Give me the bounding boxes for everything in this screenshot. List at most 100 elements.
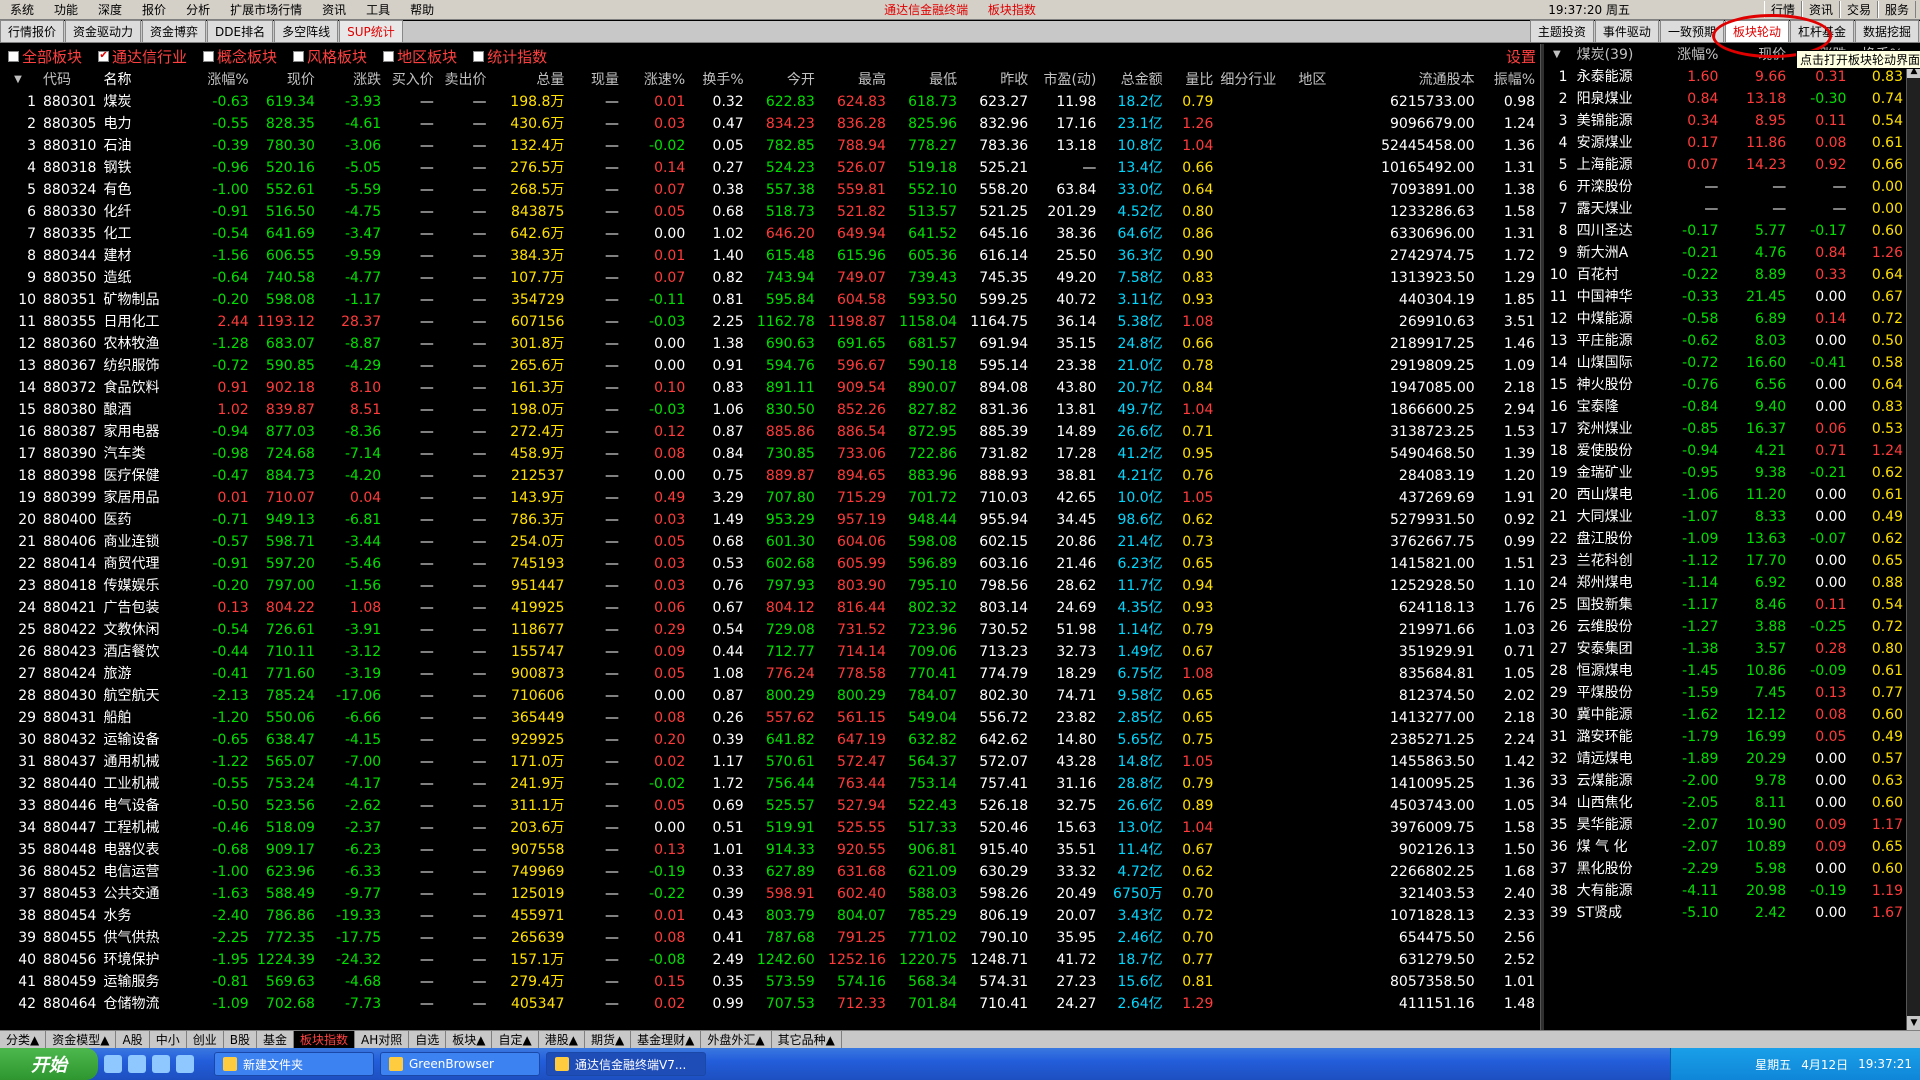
table-row[interactable]: 31 880437 通用机械 -1.22 565.07 -7.00 — — 171.0万 — 0.0… <box>0 751 1538 773</box>
table-row[interactable]: 18 880398 医疗保健 -0.47 884.73 -4.20 — — 212537 — 0.0… <box>0 465 1538 487</box>
filter-checkbox[interactable]: ✔ 通达信行业 <box>98 46 187 67</box>
table-row[interactable]: 35 880448 电器仪表 -0.68 909.17 -6.23 — — 907558 — 0.1… <box>0 839 1538 861</box>
side-row[interactable]: 12 中煤能源 -0.58 6.89 0.14 0.72 <box>1546 308 1906 330</box>
table-row[interactable]: 38 880454 水务 -2.40 786.86 -19.33 — — 455971 — 0.01… <box>0 905 1538 927</box>
quicklaunch-browser-icon[interactable] <box>176 1055 194 1073</box>
side-row[interactable]: 3 美锦能源 0.34 8.95 0.11 0.54 <box>1546 110 1906 132</box>
filter-checkbox[interactable]: 概念板块 <box>203 46 277 67</box>
quicklaunch-ie-icon[interactable] <box>128 1055 146 1073</box>
column-header[interactable]: 市盈(动) <box>1031 69 1099 91</box>
side-row[interactable]: 39 ST贤成 -5.10 2.42 0.00 1.67 <box>1546 902 1906 924</box>
side-row[interactable]: 7 露天煤业 — — — 0.00 <box>1546 198 1906 220</box>
bottom-tab[interactable]: 自定▲ <box>492 1031 539 1048</box>
table-row[interactable]: 1 880301 煤炭 -0.63 619.34 -3.93 — — 198.8万 — 0.01 0.… <box>0 91 1538 113</box>
side-row[interactable]: 5 上海能源 0.07 14.23 0.92 0.66 <box>1546 154 1906 176</box>
column-header[interactable]: 今开 <box>747 69 818 91</box>
tab-0[interactable]: 行情报价 <box>0 20 65 42</box>
side-row[interactable]: 2 阳泉煤业 0.84 13.18 -0.30 0.74 <box>1546 88 1906 110</box>
side-row[interactable]: 34 山西焦化 -2.05 8.11 0.00 0.60 <box>1546 792 1906 814</box>
side-row[interactable]: 21 大同煤业 -1.07 8.33 0.00 0.49 <box>1546 506 1906 528</box>
menu-item[interactable]: 资讯 <box>312 1 356 18</box>
bottom-tab[interactable]: 基金理财▲ <box>631 1031 702 1048</box>
side-row[interactable]: 32 靖远煤电 -1.89 20.29 0.00 0.57 <box>1546 748 1906 770</box>
side-row[interactable]: 4 安源煤业 0.17 11.86 0.08 0.61 <box>1546 132 1906 154</box>
side-row[interactable]: 6 开滦股份 — — — 0.00 <box>1546 176 1906 198</box>
side-column-header[interactable]: 煤炭(39) <box>1571 44 1662 66</box>
table-row[interactable]: 29 880431 船舶 -1.20 550.06 -6.66 — — 365449 — 0.08 0… <box>0 707 1538 729</box>
bottom-tab[interactable]: 分类▲ <box>0 1031 47 1048</box>
taskbar-item[interactable]: 通达信金融终端V7... <box>546 1052 706 1076</box>
column-header[interactable]: 涨速% <box>622 69 688 91</box>
checkbox-icon[interactable] <box>383 50 395 62</box>
table-row[interactable]: 33 880446 电气设备 -0.50 523.56 -2.62 — — 311.1万 — 0.0… <box>0 795 1538 817</box>
side-row[interactable]: 35 昊华能源 -2.07 10.90 0.09 1.17 <box>1546 814 1906 836</box>
table-row[interactable]: 28 880430 航空航天 -2.13 785.24 -17.06 — — 710606 — 0.… <box>0 685 1538 707</box>
side-row[interactable]: 37 黑化股份 -2.29 5.98 0.00 0.60 <box>1546 858 1906 880</box>
side-scrollbar[interactable]: ▲ ▼ <box>1906 64 1920 1030</box>
side-row[interactable]: 17 兖州煤业 -0.85 16.37 0.06 0.53 <box>1546 418 1906 440</box>
table-row[interactable]: 6 880330 化纤 -0.91 516.50 -4.75 — — 843875 — 0.05 0.… <box>0 201 1538 223</box>
pane-divider[interactable] <box>1540 44 1544 1030</box>
side-row[interactable]: 10 百花村 -0.22 8.89 0.33 0.64 <box>1546 264 1906 286</box>
side-row[interactable]: 14 山煤国际 -0.72 16.60 -0.41 0.58 <box>1546 352 1906 374</box>
column-header[interactable]: 总金额 <box>1099 69 1165 91</box>
bottom-tab[interactable]: A股 <box>116 1031 150 1048</box>
column-header[interactable]: 量比 <box>1166 69 1217 91</box>
side-row[interactable]: 11 中国神华 -0.33 21.45 0.00 0.67 <box>1546 286 1906 308</box>
column-header[interactable]: 买入价 <box>384 69 437 91</box>
side-row[interactable]: 1 永泰能源 1.60 9.66 0.31 0.83 <box>1546 66 1906 88</box>
menu-item[interactable]: 工具 <box>356 1 400 18</box>
tab-2[interactable]: 资金博弈 <box>142 20 207 42</box>
side-row[interactable]: 31 潞安环能 -1.79 16.99 0.05 0.49 <box>1546 726 1906 748</box>
side-row[interactable]: 38 大有能源 -4.11 20.98 -0.19 1.19 <box>1546 880 1906 902</box>
checkbox-icon[interactable] <box>473 50 485 62</box>
side-row[interactable]: 19 金瑞矿业 -0.95 9.38 -0.21 0.62 <box>1546 462 1906 484</box>
table-row[interactable]: 37 880453 公共交通 -1.63 588.49 -9.77 — — 125019 — -0.… <box>0 883 1538 905</box>
table-row[interactable]: 26 880423 酒店餐饮 -0.44 710.11 -3.12 — — 155747 — 0.0… <box>0 641 1538 663</box>
bottom-tab[interactable]: 板块▲ <box>446 1031 493 1048</box>
side-row[interactable]: 13 平庄能源 -0.62 8.03 0.00 0.50 <box>1546 330 1906 352</box>
bottom-tab[interactable]: 期货▲ <box>585 1031 632 1048</box>
side-row[interactable]: 36 煤 气 化 -2.07 10.89 0.09 0.65 <box>1546 836 1906 858</box>
table-row[interactable]: 39 880455 供气供热 -2.25 772.35 -17.75 — — 265639 — 0.… <box>0 927 1538 949</box>
bottom-tab[interactable]: B股 <box>224 1031 257 1048</box>
tab-right-5[interactable]: 数据挖掘 <box>1854 20 1919 42</box>
side-row[interactable]: 24 郑州煤电 -1.14 6.92 0.00 0.88 <box>1546 572 1906 594</box>
settings-button[interactable]: 设置 <box>1506 46 1536 67</box>
filter-checkbox[interactable]: 地区板块 <box>383 46 457 67</box>
table-row[interactable]: 2 880305 电力 -0.55 828.35 -4.61 — — 430.6万 — 0.03 0.… <box>0 113 1538 135</box>
menu-item[interactable]: 功能 <box>44 1 88 18</box>
table-row[interactable]: 30 880432 运输设备 -0.65 638.47 -4.15 — — 929925 — 0.2… <box>0 729 1538 751</box>
column-header[interactable]: 涨跌 <box>318 69 384 91</box>
checkbox-icon[interactable] <box>293 50 305 62</box>
checkbox-icon[interactable] <box>203 50 215 62</box>
tab-3[interactable]: DDE排名 <box>207 20 274 42</box>
side-row[interactable]: 22 盘江股份 -1.09 13.63 -0.07 0.62 <box>1546 528 1906 550</box>
bottom-tab[interactable]: 港股▲ <box>539 1031 585 1048</box>
taskbar-item[interactable]: GreenBrowser <box>380 1052 540 1076</box>
menu-right-item[interactable]: 服务 <box>1877 1 1916 18</box>
table-row[interactable]: 21 880406 商业连锁 -0.57 598.71 -3.44 — — 254.0万 — 0.0… <box>0 531 1538 553</box>
bottom-tab[interactable]: 外盘外汇▲ <box>701 1031 772 1048</box>
side-row[interactable]: 33 云煤能源 -2.00 9.78 0.00 0.63 <box>1546 770 1906 792</box>
bottom-tab[interactable]: 中小 <box>150 1031 187 1048</box>
table-row[interactable]: 40 880456 环境保护 -1.95 1224.39 -24.32 — — 157.1万 — -… <box>0 949 1538 971</box>
side-row[interactable]: 18 爱使股份 -0.94 4.21 0.71 1.24 <box>1546 440 1906 462</box>
menu-right-item[interactable]: 交易 <box>1839 1 1878 18</box>
bottom-tab[interactable]: 创业 <box>187 1031 224 1048</box>
side-row[interactable]: 27 安泰集团 -1.38 3.57 0.28 0.80 <box>1546 638 1906 660</box>
table-row[interactable]: 17 880390 汽车类 -0.98 724.68 -7.14 — — 458.9万 — 0.08… <box>0 443 1538 465</box>
menu-item[interactable]: 深度 <box>88 1 132 18</box>
bottom-tab[interactable]: 自选 <box>409 1031 447 1048</box>
table-row[interactable]: 20 880400 医药 -0.71 949.13 -6.81 — — 786.3万 — 0.03 1… <box>0 509 1538 531</box>
column-header[interactable]: 代码 <box>39 69 100 91</box>
column-header[interactable]: 涨幅% <box>185 69 251 91</box>
checkbox-icon[interactable] <box>8 50 19 62</box>
table-row[interactable]: 27 880424 旅游 -0.41 771.60 -3.19 — — 900873 — 0.05 1… <box>0 663 1538 685</box>
table-row[interactable]: 8 880344 建材 -1.56 606.55 -9.59 — — 384.3万 — 0.01 1.… <box>0 245 1538 267</box>
quicklaunch-desktop-icon[interactable] <box>104 1055 122 1073</box>
bottom-tab[interactable]: 资金模型▲ <box>46 1031 117 1048</box>
table-row[interactable]: 9 880350 造纸 -0.64 740.58 -4.77 — — 107.7万 — 0.07 0.… <box>0 267 1538 289</box>
column-header[interactable]: 卖出价 <box>437 69 490 91</box>
bottom-tab[interactable]: AH对照 <box>355 1031 410 1048</box>
